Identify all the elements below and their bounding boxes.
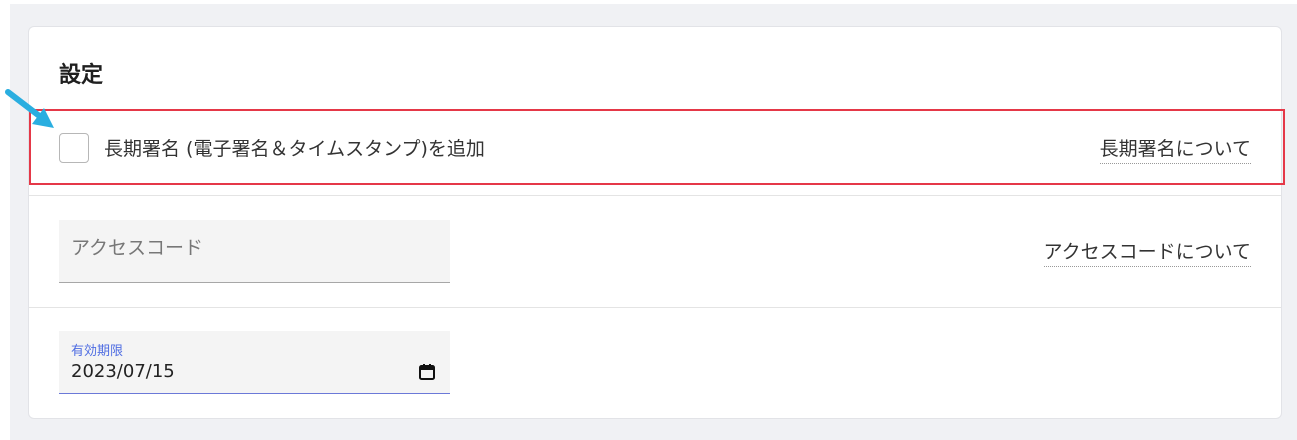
long-term-signature-help-link[interactable]: 長期署名について — [1099, 134, 1251, 164]
long-term-signature-label[interactable]: 長期署名 (電子署名＆タイムスタンプ)を追加 — [104, 134, 485, 161]
expiry-date-label: 有効期限 — [71, 344, 124, 359]
settings-card: 設定 長期署名 (電子署名＆タイムスタンプ)を追加 長期署名について アクセスコ… — [28, 26, 1285, 419]
annotation-arrow-icon — [5, 89, 54, 128]
expiry-date-field[interactable]: 有効期限 2023/07/15 — [59, 331, 450, 394]
access-code-field[interactable] — [59, 220, 450, 283]
access-code-help-link[interactable]: アクセスコードについて — [1043, 237, 1251, 267]
divider — [29, 195, 1281, 196]
access-code-input[interactable] — [71, 237, 438, 259]
divider — [29, 307, 1281, 308]
expiry-date-value[interactable]: 2023/07/15 — [71, 361, 175, 382]
calendar-icon[interactable] — [418, 363, 436, 381]
settings-title: 設定 — [59, 63, 104, 88]
long-term-signature-checkbox[interactable] — [59, 133, 89, 163]
